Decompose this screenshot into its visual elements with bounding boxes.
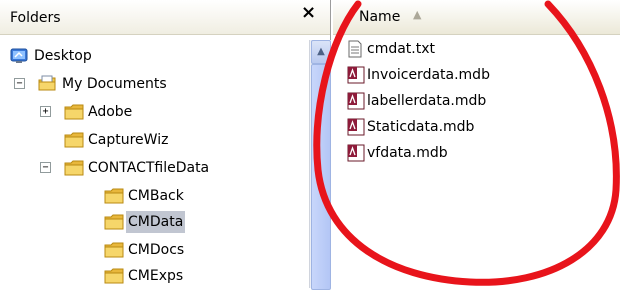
folder-icon xyxy=(104,213,124,231)
tree-item-label: CONTACTfileData xyxy=(88,160,210,176)
tree-item-cmexps[interactable]: CMExps xyxy=(0,265,300,287)
tree-item-cmdata[interactable]: CMData xyxy=(0,211,300,233)
tree-item-contactfiledata[interactable]: − CONTACTfileData xyxy=(0,157,300,179)
folder-icon xyxy=(64,159,84,177)
tree-scrollbar[interactable]: ▲ xyxy=(309,40,331,290)
file-name: labellerdata.mdb xyxy=(367,93,487,109)
folder-icon xyxy=(104,187,124,205)
scroll-thumb[interactable] xyxy=(311,64,331,290)
file-name: cmdat.txt xyxy=(367,41,436,57)
tree-item-label: CMExps xyxy=(128,268,184,284)
name-column-label: Name xyxy=(359,9,401,25)
tree-item-cmback[interactable]: CMBack xyxy=(0,185,300,207)
scroll-up-button[interactable]: ▲ xyxy=(311,40,331,64)
tree-item-label: CMBack xyxy=(128,188,184,204)
folders-title: Folders xyxy=(10,10,61,26)
access-db-icon xyxy=(347,92,365,117)
sort-ascending-icon: ▲ xyxy=(413,8,422,21)
folder-icon xyxy=(64,103,84,121)
tree-item-desktop[interactable]: Desktop xyxy=(0,45,300,67)
expand-icon[interactable]: + xyxy=(40,106,51,117)
folders-pane: Folders × Desktop − My Documents + Adobe… xyxy=(0,0,331,290)
tree-item-my-documents[interactable]: − My Documents xyxy=(0,73,300,95)
tree-item-capturewiz[interactable]: CaptureWiz xyxy=(0,129,300,151)
name-column-header[interactable]: Name ▲ xyxy=(333,0,620,35)
tree-item-label: Adobe xyxy=(88,104,133,120)
file-name: Staticdata.mdb xyxy=(367,119,475,135)
tree-item-label: CaptureWiz xyxy=(88,132,169,148)
tree-item-cmdocs[interactable]: CMDocs xyxy=(0,239,300,261)
text-file-icon xyxy=(347,40,363,65)
folder-icon xyxy=(104,267,124,285)
tree-item-label: My Documents xyxy=(62,76,167,92)
files-pane: Name ▲ cmdat.txt Invoicerdata.mdb labell… xyxy=(333,0,620,288)
desktop-icon xyxy=(10,47,28,65)
tree-item-label: CMData xyxy=(126,211,186,233)
folders-header: Folders × xyxy=(0,0,330,35)
tree-item-label: CMDocs xyxy=(128,242,185,258)
tree-item-label: Desktop xyxy=(34,48,92,64)
file-name: vfdata.mdb xyxy=(367,145,448,161)
collapse-icon[interactable]: − xyxy=(14,78,25,89)
tree-item-adobe[interactable]: + Adobe xyxy=(0,101,300,123)
my-documents-icon xyxy=(38,75,56,93)
folder-icon xyxy=(64,131,84,149)
collapse-icon[interactable]: − xyxy=(40,162,51,173)
close-folders-button[interactable]: × xyxy=(301,4,316,22)
access-db-icon xyxy=(347,66,365,91)
access-db-icon xyxy=(347,144,365,169)
access-db-icon xyxy=(347,118,365,143)
file-name: Invoicerdata.mdb xyxy=(367,67,490,83)
folder-icon xyxy=(104,241,124,259)
